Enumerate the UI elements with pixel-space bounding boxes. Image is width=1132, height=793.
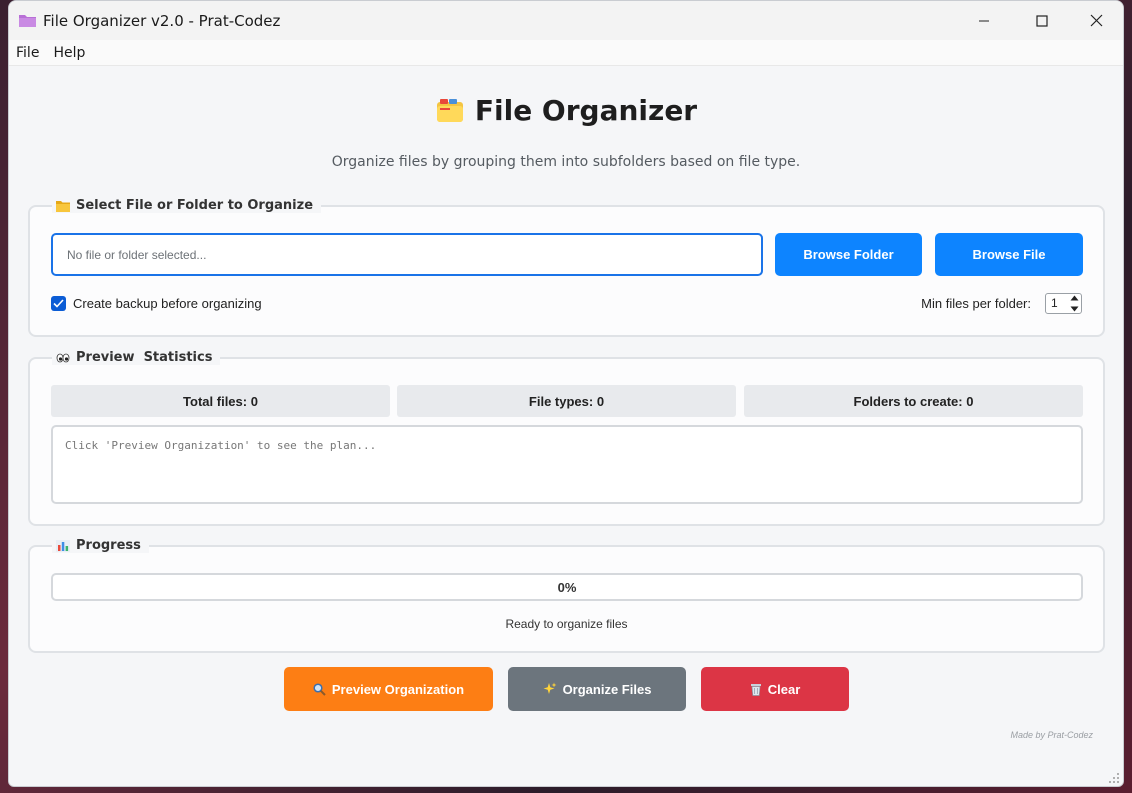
progress-bar: 0% xyxy=(51,573,1083,601)
stats-group: Preview Statistics Total files: 0 File t… xyxy=(28,350,1105,526)
select-group-title: Select File or Folder to Organize xyxy=(52,198,322,213)
path-input[interactable] xyxy=(51,233,763,276)
folder-icon xyxy=(56,200,70,212)
backup-row: Create backup before organizing xyxy=(51,296,262,311)
progress-group-title: Progress xyxy=(52,538,149,553)
menu-help[interactable]: Help xyxy=(46,45,92,61)
close-icon xyxy=(1090,14,1102,27)
preview-organization-label: Preview Organization xyxy=(331,681,465,697)
min-files-value[interactable]: 1 xyxy=(1051,296,1058,310)
browse-file-button[interactable]: Browse File xyxy=(935,233,1083,276)
checkmark-icon xyxy=(53,299,64,308)
sparkles-icon xyxy=(543,682,557,694)
resize-grip-icon[interactable] xyxy=(1108,772,1120,784)
folder-icon xyxy=(19,15,36,27)
organize-files-label: Organize Files xyxy=(562,681,652,697)
minimize-icon xyxy=(979,20,989,21)
title-bar[interactable]: File Organizer v2.0 - Prat-Codez xyxy=(9,1,1123,40)
bar-chart-icon xyxy=(56,539,70,552)
maximize-icon xyxy=(1036,14,1048,27)
total-files-stat: Total files: 0 xyxy=(51,385,390,417)
file-types-stat: File types: 0 xyxy=(397,385,736,417)
spin-down-icon[interactable] xyxy=(1070,306,1079,312)
minimize-button[interactable] xyxy=(955,1,1013,40)
spin-arrows xyxy=(1068,295,1080,312)
backup-checkbox[interactable] xyxy=(51,296,66,311)
progress-group: Progress 0% Ready to organize files xyxy=(28,538,1105,653)
select-group-label: Select File or Folder to Organize xyxy=(76,198,314,213)
window-title: File Organizer v2.0 - Prat-Codez xyxy=(43,12,281,30)
eyes-icon xyxy=(56,353,70,362)
organize-files-button[interactable]: Organize Files xyxy=(508,667,686,711)
wastebasket-icon xyxy=(750,683,761,696)
progress-percent: 0% xyxy=(557,579,577,595)
browse-folder-button[interactable]: Browse Folder xyxy=(775,233,922,276)
magnifier-icon xyxy=(313,682,326,696)
stats-group-title: Preview Statistics xyxy=(52,350,221,365)
menu-file[interactable]: File xyxy=(9,45,46,61)
min-files-label: Min files per folder: xyxy=(921,296,1031,311)
progress-group-label: Progress xyxy=(76,538,141,553)
app-window: File Organizer v2.0 - Prat-Codez File He… xyxy=(8,0,1124,787)
min-files-spinbox[interactable]: 1 xyxy=(1045,293,1082,314)
status-text: Ready to organize files xyxy=(505,617,628,631)
folders-to-create-stat: Folders to create: 0 xyxy=(744,385,1083,417)
spin-up-icon[interactable] xyxy=(1070,295,1079,301)
page-subtitle: Organize files by grouping them into sub… xyxy=(331,154,801,170)
maximize-button[interactable] xyxy=(1013,1,1071,40)
clear-label: Clear xyxy=(767,681,801,697)
preview-organization-button[interactable]: Preview Organization xyxy=(284,667,493,711)
select-group: Select File or Folder to Organize Browse… xyxy=(28,198,1105,337)
min-files-row: Min files per folder: 1 xyxy=(921,293,1082,314)
credit-text: Made by Prat-Codez xyxy=(1010,730,1093,740)
page-title: File Organizer xyxy=(474,94,698,127)
page-heading: File Organizer xyxy=(9,94,1123,127)
stats-group-label: Preview Statistics xyxy=(76,350,213,365)
menu-bar: File Help xyxy=(9,40,1123,66)
close-button[interactable] xyxy=(1067,1,1123,40)
card-index-dividers-icon xyxy=(436,98,463,122)
clear-button[interactable]: Clear xyxy=(701,667,849,711)
backup-label[interactable]: Create backup before organizing xyxy=(73,296,262,311)
main-content: File Organizer Organize files by groupin… xyxy=(9,66,1123,786)
preview-text-area[interactable]: Click 'Preview Organization' to see the … xyxy=(51,425,1083,504)
